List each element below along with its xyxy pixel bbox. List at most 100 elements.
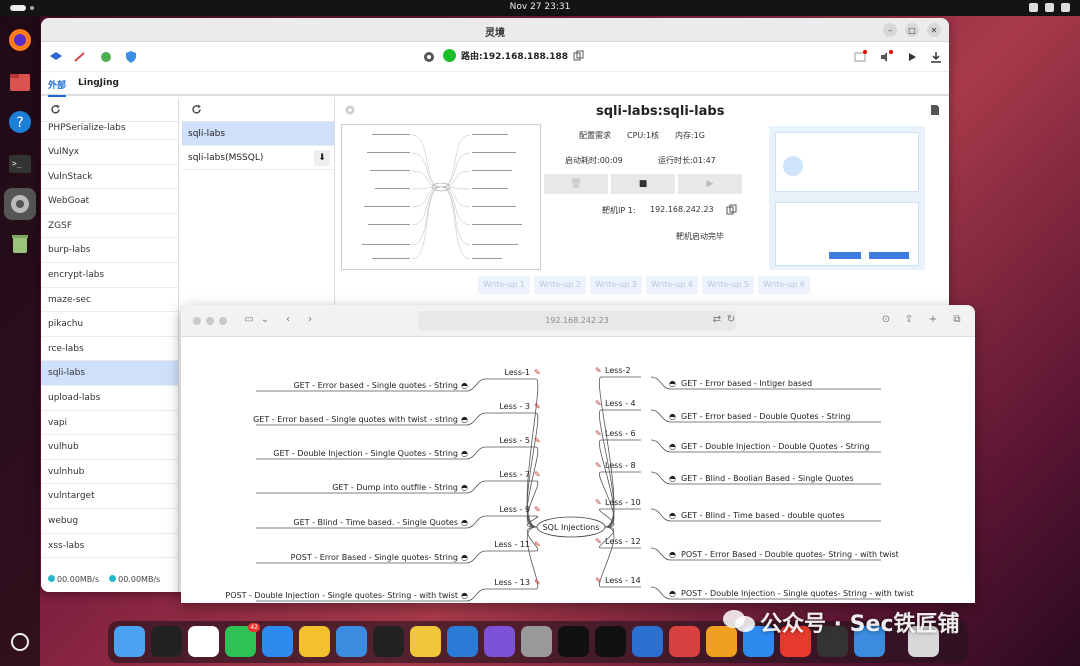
lab-item[interactable]: WebGoat	[41, 189, 178, 214]
clock[interactable]: Nov 27 23:31	[0, 2, 1080, 12]
notes-app-icon[interactable]	[410, 626, 441, 657]
writeup-button[interactable]: Write-up 4	[646, 276, 698, 294]
network-tool-icon[interactable]	[632, 626, 663, 657]
image-item[interactable]: sqli-labs(MSSQL) ⬇	[182, 146, 334, 170]
mindmap-less-label: Less - 11	[494, 540, 530, 549]
system-tray[interactable]	[1029, 3, 1070, 12]
copy-icon[interactable]	[726, 204, 737, 215]
forward-icon[interactable]: ›	[304, 314, 316, 326]
lab-item[interactable]: encrypt-labs	[41, 263, 178, 288]
screen-tool-icon[interactable]	[669, 626, 700, 657]
settings-icon[interactable]	[4, 188, 36, 220]
wechat-icon[interactable]: 42	[225, 623, 260, 657]
help-icon[interactable]: ?	[4, 106, 36, 138]
window-controls[interactable]	[193, 317, 227, 325]
writeup-button[interactable]: Write-up 6	[758, 276, 810, 294]
lab-item[interactable]: vapi	[41, 411, 178, 436]
tab-external[interactable]: 外部	[48, 78, 67, 97]
new-tab-icon[interactable]: +	[927, 314, 939, 326]
download-icon[interactable]: ⬇	[314, 150, 330, 166]
app-grid-icon[interactable]	[4, 626, 36, 658]
pencil-icon: ✎	[534, 470, 541, 479]
mindmap-link	[465, 515, 487, 529]
minimize-button[interactable]: –	[883, 23, 897, 37]
config-label: 配置需求	[579, 131, 611, 140]
firefox-icon[interactable]	[4, 24, 36, 56]
sidebar-icon[interactable]: ▭	[243, 314, 255, 326]
trash-icon[interactable]	[4, 228, 36, 260]
powershell-icon[interactable]	[373, 626, 404, 657]
lab-item[interactable]: upload-labs	[41, 386, 178, 411]
obsidian-icon[interactable]	[484, 626, 515, 657]
refresh-icon[interactable]	[50, 104, 61, 115]
chevron-down-icon[interactable]: ⌄	[259, 314, 271, 326]
image-item-selected[interactable]: sqli-labs	[182, 122, 334, 146]
advertisement-panel[interactable]	[769, 126, 925, 270]
lab-item[interactable]: vulntarget	[41, 484, 178, 509]
notification-icon[interactable]	[853, 50, 867, 64]
mindmap-link	[650, 508, 672, 522]
tabs-overview-icon[interactable]: ⧉	[951, 314, 963, 326]
lab-item-selected[interactable]: sqli-labs	[41, 361, 178, 386]
lab-item[interactable]: pikachu	[41, 312, 178, 337]
copy-icon[interactable]	[573, 50, 584, 61]
lab-item[interactable]: VulnStack	[41, 165, 178, 190]
speaker-icon[interactable]	[879, 50, 893, 64]
writeup-button[interactable]: Write-up 2	[534, 276, 586, 294]
refresh-icon[interactable]	[191, 104, 202, 115]
pencil-icon: ✎	[595, 576, 602, 585]
mindmap-less-label: Less - 13	[494, 578, 530, 587]
lab-item[interactable]: maze-sec	[41, 288, 178, 313]
windows-app-icon[interactable]	[336, 626, 367, 657]
maximize-button[interactable]: □	[905, 23, 919, 37]
lab-item[interactable]: VulNyx	[41, 140, 178, 165]
terminal-icon[interactable]	[151, 626, 182, 657]
stop-button[interactable]: ■	[611, 174, 675, 194]
address-bar[interactable]: 192.168.242.23	[418, 311, 736, 331]
downloads-icon[interactable]: ⊙	[880, 314, 892, 326]
files-icon[interactable]	[4, 66, 36, 98]
network-node-icon[interactable]	[99, 50, 113, 64]
target-ip[interactable]: 192.168.242.23	[650, 205, 714, 214]
start-button[interactable]: ▶	[678, 174, 742, 194]
lab-item[interactable]: xss-labs	[41, 534, 178, 559]
lab-item[interactable]: ZGSF	[41, 214, 178, 239]
writeup-button[interactable]: Write-up 3	[590, 276, 642, 294]
mindmap-less-label: Less - 7	[499, 470, 530, 479]
tab-lingjing[interactable]: LingJing	[78, 78, 119, 88]
safari-icon[interactable]	[262, 626, 293, 657]
writeup-button[interactable]: Write-up 1	[478, 276, 530, 294]
translate-icon[interactable]: ⇄	[711, 314, 723, 326]
pencil-icon: ✎	[534, 505, 541, 514]
delete-button[interactable]: 🗑	[544, 174, 608, 194]
lab-item[interactable]: burp-labs	[41, 238, 178, 263]
vscode-icon[interactable]	[447, 626, 478, 657]
layers-icon[interactable]	[49, 50, 63, 64]
lab-item[interactable]: PHPSerialize-labs	[41, 122, 178, 140]
route-status: 路由:192.168.188.188	[443, 49, 584, 62]
database-icon[interactable]	[521, 626, 552, 657]
lab-item[interactable]: rce-labs	[41, 337, 178, 362]
tools-icon[interactable]	[73, 50, 87, 64]
settings-gear-icon[interactable]	[344, 104, 356, 116]
writeup-button[interactable]: Write-up 5	[702, 276, 754, 294]
qq-icon[interactable]	[188, 626, 219, 657]
share-icon[interactable]: ⇪	[903, 314, 915, 326]
kali-app-icon[interactable]	[595, 626, 626, 657]
terminal-icon[interactable]: >_	[4, 148, 36, 180]
document-icon[interactable]	[929, 104, 941, 116]
lab-item[interactable]: webug	[41, 509, 178, 534]
lab-item[interactable]: vulnhub	[41, 460, 178, 485]
goland-icon[interactable]	[558, 626, 589, 657]
back-icon[interactable]: ‹	[282, 314, 294, 326]
close-button[interactable]: ✕	[927, 23, 941, 37]
finder-icon[interactable]	[114, 626, 145, 657]
reload-icon[interactable]: ↻	[725, 314, 737, 326]
gear-icon[interactable]	[422, 50, 436, 64]
play-icon[interactable]	[905, 50, 919, 64]
download-icon[interactable]	[929, 50, 943, 64]
lab-item[interactable]: vulhub	[41, 435, 178, 460]
chrome-icon[interactable]	[299, 626, 330, 657]
volume-icon	[1045, 3, 1054, 12]
shield-icon[interactable]	[124, 50, 138, 64]
